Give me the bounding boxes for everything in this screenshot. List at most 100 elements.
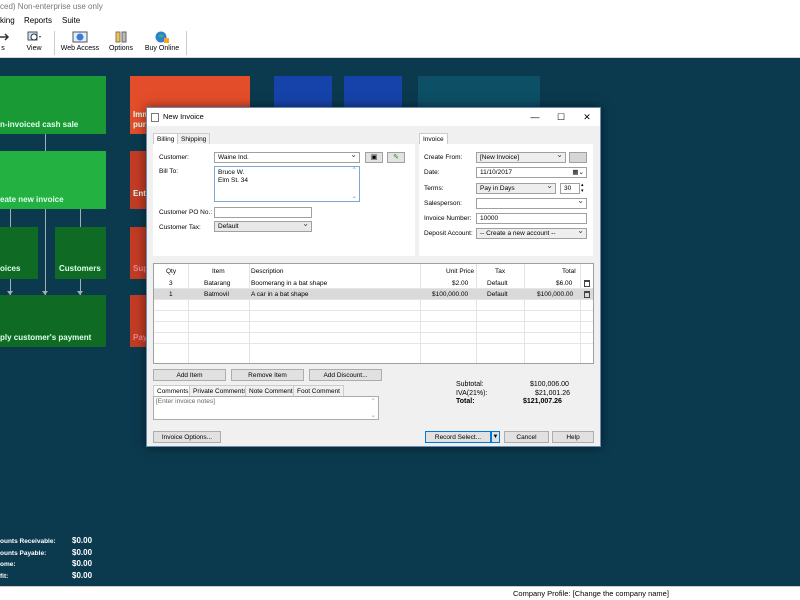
invoice-options-button[interactable]: Invoice Options... (153, 431, 221, 443)
scroll-down-icon[interactable]: ⌄ (352, 193, 357, 201)
company-profile-link[interactable]: Company Profile: [Change the company nam… (513, 587, 669, 600)
terms-days-stepper[interactable]: ▴ ▾ (581, 182, 584, 194)
summary-row: ounts Receivable: $0.00 (0, 536, 92, 548)
comments-textarea[interactable]: [Enter invoice notes] ⌃ ⌄ (153, 396, 379, 420)
deposit-account-dropdown[interactable]: -- Create a new account -- (476, 228, 587, 239)
remove-item-button[interactable]: Remove Item (231, 369, 304, 381)
scroll-down-icon[interactable]: ⌄ (371, 411, 376, 419)
calendar-icon[interactable]: ▦⌄ (572, 168, 584, 177)
cell-description: A car in a bat shape (251, 291, 309, 298)
view-button[interactable]: View (22, 30, 46, 56)
subtotal-label: Subtotal: (456, 381, 484, 388)
table-row[interactable]: 3 Batarang Boomerang in a bat shape $2.0… (154, 278, 593, 289)
invoice-number-input[interactable]: 10000 (476, 213, 587, 224)
toolbar-button-partial[interactable]: s (0, 30, 10, 56)
terms-days-input[interactable]: 30 (560, 183, 580, 194)
tile-cash-sale[interactable]: n-invoiced cash sale (0, 76, 106, 134)
tab-invoice[interactable]: Invoice (419, 133, 448, 144)
po-number-input[interactable] (214, 207, 312, 218)
create-from-dropdown[interactable]: [New Invoice] (476, 152, 566, 163)
po-number-label: Customer PO No.: (159, 209, 213, 216)
add-discount-button[interactable]: Add Discount... (309, 369, 382, 381)
table-row[interactable]: 1 Batmovil A car in a bat shape $100,000… (154, 289, 593, 300)
tile-create-invoice[interactable]: eate new invoice (0, 151, 106, 209)
delete-row-icon[interactable] (584, 291, 590, 298)
cell-qty: 3 (169, 280, 173, 287)
options-button[interactable]: Options (106, 30, 136, 56)
tab-billing[interactable]: Billing (153, 133, 179, 144)
header-tax[interactable]: Tax (495, 266, 505, 277)
bill-to-textarea[interactable]: Bruce W. Elm St. 34 ⌃ ⌄ (214, 166, 360, 202)
web-access-button[interactable]: Web Access (60, 30, 100, 56)
tax-label: IVA(21%): (456, 390, 488, 397)
header-description[interactable]: Description (251, 266, 284, 277)
new-customer-button[interactable]: ✎ (387, 152, 405, 163)
cancel-button[interactable]: Cancel (504, 431, 549, 443)
scroll-up-icon[interactable]: ⌃ (352, 167, 357, 175)
buy-online-icon (155, 31, 169, 43)
help-button[interactable]: Help (552, 431, 594, 443)
summary-value: $0.00 (72, 570, 93, 580)
menu-item-banking[interactable]: king (0, 14, 15, 28)
buy-online-button[interactable]: Buy Online (142, 30, 182, 56)
maximize-icon[interactable]: ☐ (549, 108, 573, 126)
tile-label: pur (133, 120, 146, 129)
table-row-empty[interactable] (154, 322, 593, 333)
bill-to-line: Bruce W. (218, 169, 245, 176)
minimize-icon[interactable]: — (523, 108, 547, 126)
tab-comments[interactable]: Comments (153, 385, 193, 396)
tile-customers[interactable]: Customers (55, 227, 106, 279)
header-item[interactable]: Item (212, 266, 225, 277)
dialog-titlebar[interactable]: New Invoice — ☐ ✕ (147, 108, 600, 126)
create-from-button[interactable] (569, 152, 587, 163)
table-row-empty[interactable] (154, 311, 593, 322)
edit-customer-button[interactable]: ▣ (365, 152, 383, 163)
customer-tax-dropdown[interactable]: Default (214, 221, 312, 232)
close-icon[interactable]: ✕ (575, 108, 599, 126)
document-icon (151, 113, 159, 122)
connector (45, 209, 46, 295)
customer-dropdown[interactable]: Waine Ind. (214, 152, 360, 163)
header-unit-price[interactable]: Unit Price (446, 266, 474, 277)
tab-note-comment[interactable]: Note Comment (245, 385, 297, 396)
summary-label: ounts Payable: (0, 549, 47, 557)
arrow-icon (0, 33, 10, 41)
tab-foot-comment[interactable]: Foot Comment (293, 385, 344, 396)
record-select-button[interactable]: Record Select... (425, 431, 491, 443)
delete-row-icon[interactable] (584, 280, 590, 287)
customer-card-icon: ▣ (370, 154, 378, 161)
scroll-up-icon[interactable]: ⌃ (371, 397, 376, 405)
cell-total: $100,000.00 (537, 291, 574, 298)
new-invoice-dialog: New Invoice — ☐ ✕ Billing Shipping Custo… (146, 107, 601, 447)
connector (10, 209, 11, 227)
header-qty[interactable]: Qty (166, 266, 176, 277)
toolbar-label: Buy Online (144, 45, 180, 52)
tab-private-comments[interactable]: Private Comments (189, 385, 251, 396)
salesperson-dropdown[interactable] (476, 198, 587, 209)
summary-value: $0.00 (72, 536, 93, 545)
date-input[interactable]: 11/10/2017 ▦⌄ (476, 167, 587, 178)
menu-item-suite[interactable]: Suite (62, 14, 80, 28)
menu-item-reports[interactable]: Reports (24, 14, 52, 28)
summary-label: fit: (0, 572, 9, 580)
pencil-icon: ✎ (393, 154, 399, 161)
cell-item: Batarang (204, 280, 231, 287)
tab-shipping[interactable]: Shipping (177, 133, 211, 144)
subtotal-value: $100,006.00 (530, 381, 569, 388)
add-item-button[interactable]: Add Item (153, 369, 226, 381)
tile-label: Customers (59, 264, 101, 273)
tile-label: Ent (133, 189, 146, 198)
header-total[interactable]: Total (562, 266, 576, 277)
summary-label: ounts Receivable: (0, 538, 56, 545)
deposit-account-label: Deposit Account: (424, 230, 473, 237)
bill-to-line: Elm St. 34 (218, 177, 248, 184)
financial-summary: ounts Receivable: $0.00 ounts Payable: $0.… (0, 536, 92, 582)
table-row-empty[interactable] (154, 333, 593, 344)
tile-invoices[interactable]: oices (0, 227, 38, 279)
toolbar-label: View (26, 45, 42, 52)
comments-placeholder: [Enter invoice notes] (156, 398, 215, 405)
tile-customer-payment[interactable]: ply customer's payment (0, 295, 106, 347)
table-row-empty[interactable] (154, 300, 593, 311)
terms-dropdown[interactable]: Pay in Days (476, 183, 556, 194)
record-dropdown-button[interactable]: ▼ (491, 431, 500, 443)
